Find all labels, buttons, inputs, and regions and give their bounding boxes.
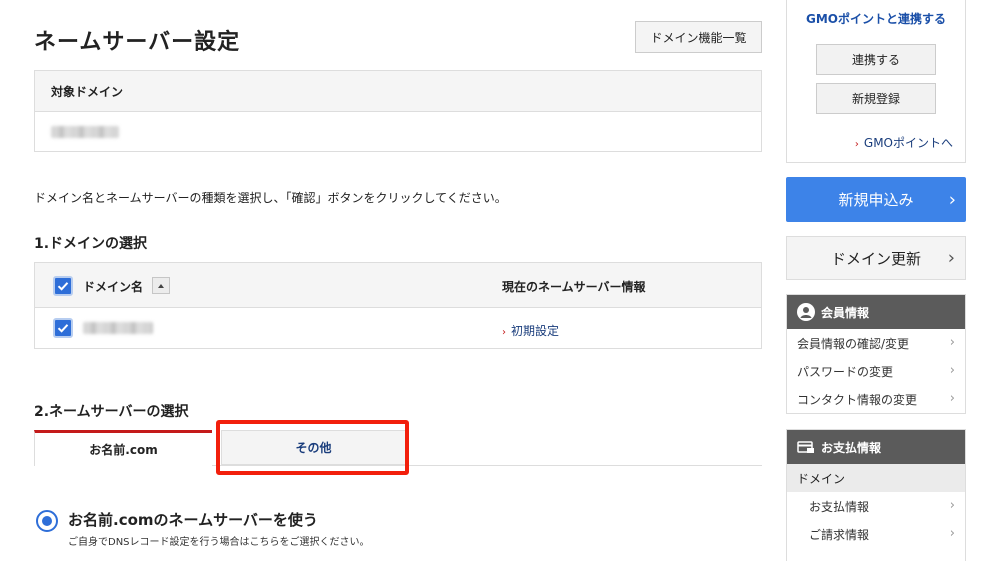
gmo-title: GMOポイントと連携する <box>806 12 946 26</box>
section-nameserver-select-title: 2.ネームサーバーの選択 <box>34 404 189 420</box>
payment-card-icon <box>797 438 815 456</box>
member-item-contact[interactable]: コンタクト情報の変更 › <box>787 385 965 413</box>
member-item-profile[interactable]: 会員情報の確認/変更 › <box>787 329 965 357</box>
member-item-password[interactable]: パスワードの変更 › <box>787 357 965 385</box>
page-title: ネームサーバー設定 <box>34 30 241 55</box>
target-domain-box: 対象ドメイン <box>34 70 762 152</box>
payment-item-payment[interactable]: お支払情報 › <box>787 492 965 520</box>
select-all-checkbox[interactable] <box>53 276 73 296</box>
payment-item-label: お支払情報 <box>809 499 870 514</box>
section-domain-select-title: 1.ドメインの選択 <box>34 236 148 252</box>
chevron-right-icon: › <box>949 335 955 350</box>
sort-button[interactable] <box>152 277 170 294</box>
payment-subheader-domain: ドメイン <box>787 464 965 492</box>
instruction-text: ドメイン名とネームサーバーの種類を選択し、「確認」ボタンをクリックしてください。 <box>34 191 507 205</box>
ns-info-text: 初期設定 <box>511 324 560 338</box>
target-domain-value-blurred <box>51 126 119 138</box>
check-icon <box>57 324 69 333</box>
chevron-right-icon: › <box>948 189 956 210</box>
radio-dot <box>42 516 52 526</box>
column-domain-name: ドメイン名 <box>83 280 144 294</box>
nameserver-info-link[interactable]: › 初期設定 <box>502 322 559 339</box>
payment-info-title: お支払情報 <box>821 440 882 455</box>
member-info-header: 会員情報 <box>787 295 965 329</box>
member-item-label: コンタクト情報の変更 <box>797 392 918 407</box>
domain-functions-button[interactable]: ドメイン機能一覧 <box>635 21 762 53</box>
domain-table: ドメイン名 現在のネームサーバー情報 › 初期設定 <box>34 262 762 349</box>
chevron-right-icon: › <box>949 498 955 513</box>
payment-item-label: ご請求情報 <box>809 527 870 542</box>
member-item-label: 会員情報の確認/変更 <box>797 336 910 351</box>
chevron-right-icon: › <box>949 526 955 541</box>
table-header: ドメイン名 現在のネームサーバー情報 <box>35 263 761 308</box>
tab-onamae[interactable]: お名前.com <box>34 430 212 466</box>
member-item-label: パスワードの変更 <box>797 364 894 379</box>
new-application-button[interactable]: 新規申込み › <box>786 177 966 222</box>
new-application-label: 新規申込み <box>838 191 914 209</box>
domain-renew-label: ドメイン更新 <box>830 249 921 268</box>
column-nameserver-info: 現在のネームサーバー情報 <box>502 280 646 294</box>
radio-label: お名前.comのネームサーバーを使う <box>68 511 318 529</box>
user-icon <box>797 303 815 321</box>
gmo-point-link[interactable]: › GMOポイントへ <box>855 134 953 151</box>
chevron-right-icon: › <box>947 247 955 269</box>
gmo-link-button[interactable]: 連携する <box>816 44 936 75</box>
row-checkbox[interactable] <box>53 318 73 338</box>
highlight-box <box>216 420 409 475</box>
gmo-register-button[interactable]: 新規登録 <box>816 83 936 114</box>
radio-description: ご自身でDNSレコード設定を行う場合はこちらをご選択ください。 <box>68 537 370 548</box>
chevron-right-icon: › <box>854 139 859 150</box>
sort-up-icon <box>158 283 164 288</box>
row-domain-blurred <box>83 322 153 334</box>
member-info-panel: 会員情報 会員情報の確認/変更 › パスワードの変更 › コンタクト情報の変更 › <box>786 294 966 414</box>
payment-info-panel: お支払情報 ドメイン お支払情報 › ご請求情報 › <box>786 429 966 561</box>
member-info-title: 会員情報 <box>821 305 870 320</box>
chevron-right-icon: › <box>949 363 955 378</box>
payment-item-billing[interactable]: ご請求情報 › <box>787 520 965 548</box>
check-icon <box>57 282 69 291</box>
gmo-point-link-text: GMOポイントへ <box>863 136 953 150</box>
chevron-right-icon: › <box>949 391 955 406</box>
gmo-point-box: GMOポイントと連携する 連携する 新規登録 › GMOポイントへ <box>786 0 966 163</box>
payment-info-header: お支払情報 <box>787 430 965 464</box>
target-domain-header: 対象ドメイン <box>35 71 761 112</box>
chevron-right-icon: › <box>502 327 506 338</box>
domain-renew-button[interactable]: ドメイン更新 › <box>786 236 966 280</box>
onamae-ns-radio[interactable] <box>36 510 58 532</box>
